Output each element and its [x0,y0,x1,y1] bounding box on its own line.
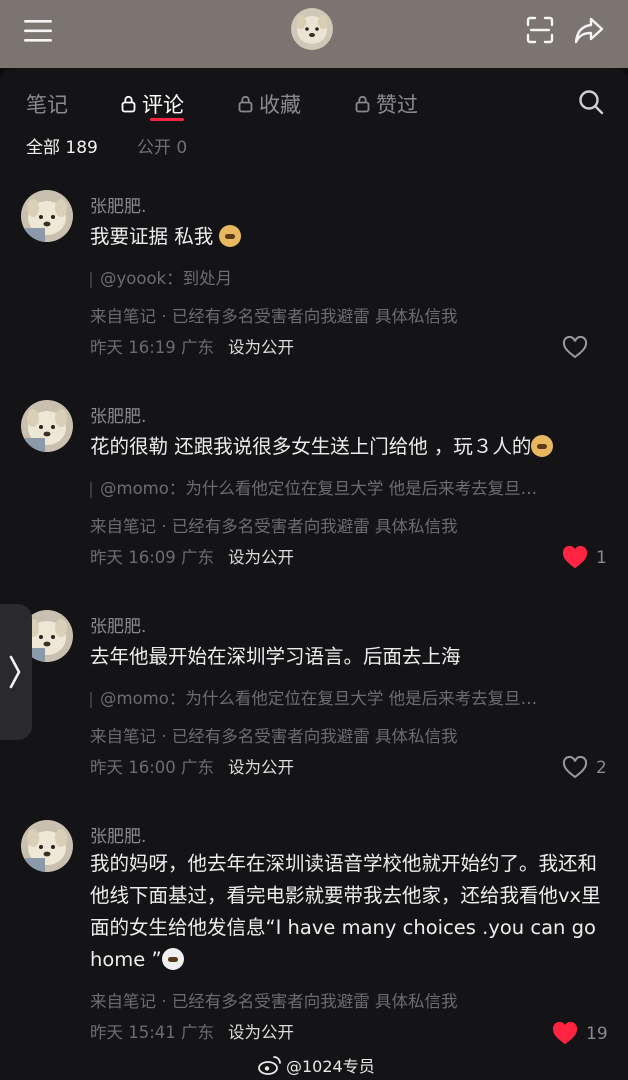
avatar[interactable] [21,190,73,242]
like-count: 19 [586,1024,608,1044]
watermark-text: @1024专员 [286,1057,375,1076]
heart-filled-icon [562,546,588,569]
quoted-reply[interactable]: @yoook：到处月 [90,265,610,291]
tab-notes[interactable]: 笔记 [26,84,68,124]
comment-time: 昨天 16:00 广东 [90,758,215,777]
quote-bar [90,481,92,498]
comment-time: 昨天 16:19 广东 [90,338,215,357]
heart-filled-icon [552,1022,578,1045]
tab-label: 赞过 [376,93,418,117]
quoted-reply-text: @yoook：到处月 [100,269,233,288]
comment-time: 昨天 15:41 广东 [90,1023,215,1042]
quote-bar [90,691,92,708]
tab-label: 笔记 [26,93,68,117]
profile-tabs: 笔记 评论 收藏 赞过 [0,84,628,128]
active-tab-indicator [150,118,184,121]
quoted-reply-text: @momo：为什么看他定位在复旦大学 他是后来考去复旦… [100,479,538,498]
lock-icon [238,95,253,113]
like-button[interactable]: 19 [552,1021,608,1047]
like-button[interactable] [562,335,596,361]
comment-text-content: 花的很勒 还跟我说很多女生送上门给他 ，玩３人的 [90,435,532,458]
quoted-reply[interactable]: @momo：为什么看他定位在复旦大学 他是后来考去复旦… [90,475,610,501]
crying-emoji-icon [161,948,184,970]
quoted-reply-text: @momo：为什么看他定位在复旦大学 他是后来考去复旦… [100,689,538,708]
avatar[interactable] [21,820,73,872]
comment-text-content: 我要证据 私我 [90,225,214,248]
comment-meta: 昨天 16:19 广东 设为公开 [90,334,294,358]
share-icon[interactable] [572,14,606,46]
weibo-logo-icon [258,1056,281,1075]
menu-icon[interactable] [22,16,56,46]
quote-bar [90,271,92,288]
like-count: 2 [596,758,607,778]
comment-source[interactable]: 来自笔记 · 已经有多名受害者向我避雷 具体私信我 [90,723,457,747]
make-public-button[interactable]: 设为公开 [228,338,294,357]
comment-text: 花的很勒 还跟我说很多女生送上门给他 ，玩３人的 [90,431,610,463]
tab-label: 收藏 [259,93,301,117]
lock-icon [355,95,370,113]
comment-time: 昨天 16:09 广东 [90,548,215,567]
quoted-reply[interactable]: @momo：为什么看他定位在复旦大学 他是后来考去复旦… [90,685,610,711]
comment-author[interactable]: 张肥肥. [90,822,146,847]
comment-filters: 全部 189 公开 0 [0,130,628,160]
comment-meta: 昨天 16:09 广东 设为公开 [90,544,294,568]
comment-source[interactable]: 来自笔记 · 已经有多名受害者向我避雷 具体私信我 [90,988,457,1012]
like-button[interactable]: 2 [562,755,607,781]
tab-favorites[interactable]: 收藏 [238,84,301,124]
comment-author[interactable]: 张肥肥. [90,402,146,427]
comment-text: 我要证据 私我 [90,221,610,253]
lock-icon [121,95,136,113]
avatar[interactable] [21,400,73,452]
dog-emoji-icon [219,225,242,247]
like-count: 1 [596,548,607,568]
heart-outline-icon [562,756,588,779]
tab-label: 评论 [142,93,184,117]
make-public-button[interactable]: 设为公开 [228,758,294,777]
chevron-right-icon [9,655,21,689]
comment-author[interactable]: 张肥肥. [90,192,146,217]
comment-source[interactable]: 来自笔记 · 已经有多名受害者向我避雷 具体私信我 [90,303,457,327]
search-icon[interactable] [577,88,605,116]
watermark: @1024专员 [258,1053,375,1077]
filter-all[interactable]: 全部 189 [26,133,98,158]
comment-text: 我的妈呀，他去年在深圳读语音学校他就开始约了。我还和他线下面基过，看完电影就要带… [90,848,608,976]
scan-icon[interactable] [525,15,555,45]
comment-source[interactable]: 来自笔记 · 已经有多名受害者向我避雷 具体私信我 [90,513,457,537]
profile-avatar[interactable] [291,8,333,50]
make-public-button[interactable]: 设为公开 [228,1023,294,1042]
comment-text: 去年他最开始在深圳学习语言。后面去上海 [90,645,461,668]
like-button[interactable]: 1 [562,545,607,571]
heart-outline-icon [562,336,588,359]
make-public-button[interactable]: 设为公开 [228,548,294,567]
dog-emoji-icon [531,435,554,457]
comment-meta: 昨天 15:41 广东 设为公开 [90,1019,294,1043]
comment-author[interactable]: 张肥肥. [90,612,146,637]
comment-meta: 昨天 16:00 广东 设为公开 [90,754,294,778]
tab-liked[interactable]: 赞过 [355,84,418,124]
side-drawer-handle[interactable] [0,604,32,740]
filter-public[interactable]: 公开 0 [137,133,187,158]
top-bar [0,0,628,68]
